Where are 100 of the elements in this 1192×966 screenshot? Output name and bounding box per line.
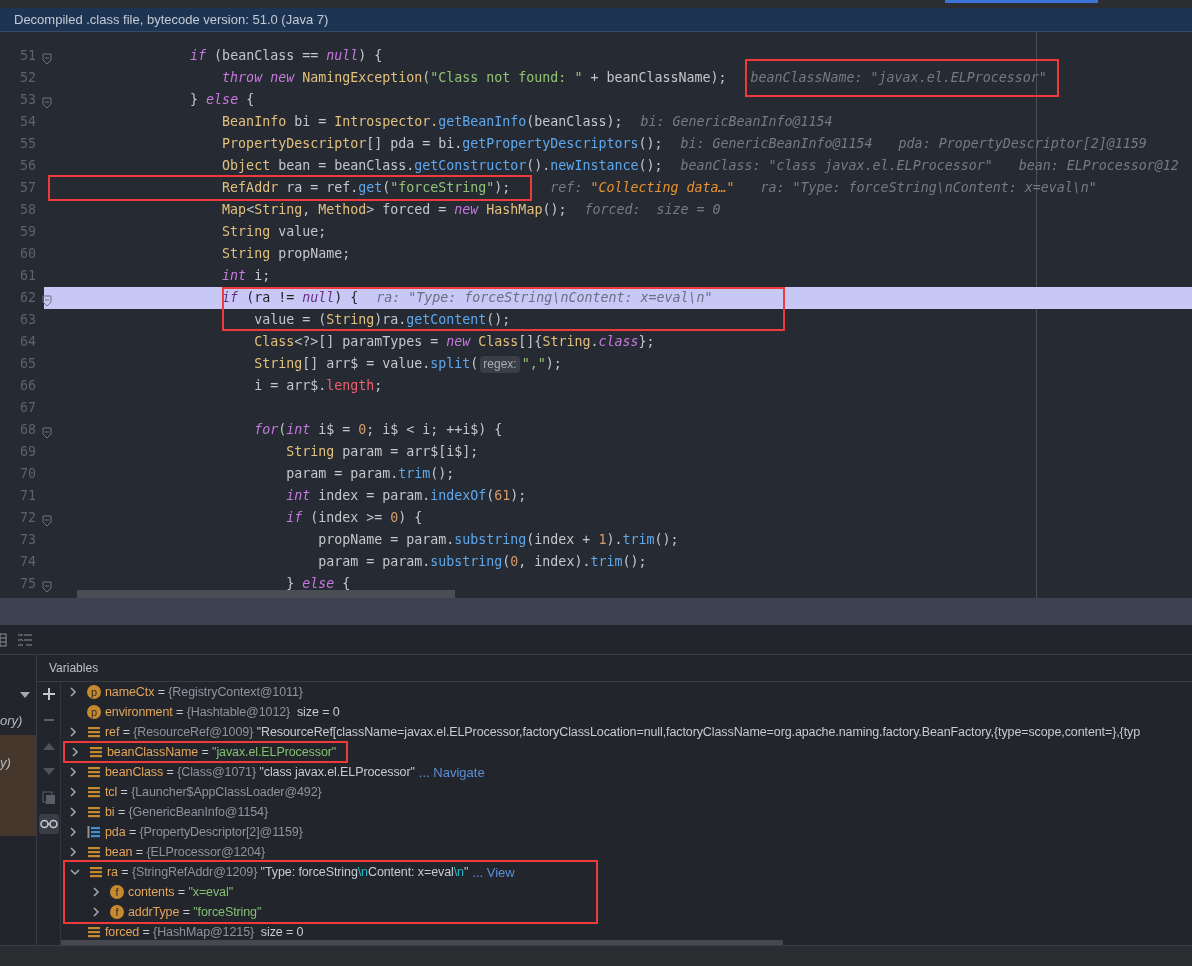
- inline-value-hint: bean: ELProcessor@12: [1018, 157, 1179, 175]
- link[interactable]: ... View: [472, 864, 515, 880]
- inline-value-hint: beanClassName: "javax.el.ELProcessor": [750, 69, 1047, 87]
- chevron-icon[interactable]: [67, 806, 79, 818]
- variable-icon: [87, 805, 101, 819]
- link[interactable]: ... Navigate: [418, 764, 485, 780]
- code-text: param = param.trim();: [285, 465, 455, 483]
- field-icon: f: [110, 885, 124, 899]
- code-text: } else {: [189, 91, 255, 109]
- line-number: 67: [19, 399, 37, 417]
- line-number: 73: [19, 531, 37, 549]
- variable-value: nameCtx = {RegistryContext@1011}: [105, 685, 303, 699]
- variable-value: beanClassName = "javax.el.ELProcessor": [107, 745, 337, 759]
- field-icon: f: [110, 905, 124, 919]
- stack-frame[interactable]: ory): [0, 705, 36, 735]
- glasses-icon[interactable]: [38, 814, 59, 834]
- code-text: int i;: [221, 267, 271, 285]
- variable-value: environment = {Hashtable@1012} size = 0: [105, 705, 340, 719]
- line-number: 75: [19, 575, 37, 593]
- line-number: 68: [19, 421, 37, 439]
- line-number: 54: [19, 113, 37, 131]
- line-number: 60: [19, 245, 37, 263]
- variable-value: forced = {HashMap@1215} size = 0: [105, 925, 304, 939]
- line-number: 53: [19, 91, 37, 109]
- variable-icon: [87, 785, 101, 799]
- variable-icon: [87, 725, 101, 739]
- line-number: 55: [19, 135, 37, 153]
- code-text: String value;: [221, 223, 327, 241]
- code-text: for(int i$ = 0; i$ < i; ++i$) {: [253, 421, 503, 439]
- line-number: 51: [19, 47, 37, 65]
- line-number: 64: [19, 333, 37, 351]
- variable-icon: [89, 865, 103, 879]
- parameter-icon: p: [87, 685, 101, 699]
- list-icon[interactable]: [18, 633, 32, 646]
- code-text: ",");: [521, 355, 562, 373]
- code-text: propName = param.substring(index + 1).trim();: [317, 531, 679, 549]
- code-text: } else {: [285, 575, 351, 593]
- variable-value: bean = {ELProcessor@1204}: [105, 845, 265, 859]
- fold-icon[interactable]: [42, 295, 52, 307]
- line-number: 72: [19, 509, 37, 527]
- variable-icon: [87, 925, 101, 939]
- code-text: String param = arr$[i$];: [285, 443, 479, 461]
- chevron-icon[interactable]: [67, 686, 79, 698]
- variable-value: ra = {StringRefAddr@1209} "Type: forceString\nContent: x=eval\n": [107, 865, 469, 879]
- chevron-icon[interactable]: [69, 746, 81, 758]
- chevron-icon[interactable]: [90, 886, 102, 898]
- code-text: throw new NamingException("Class not found: " + beanClassName);: [221, 69, 727, 87]
- variable-value: tcl = {Launcher$AppClassLoader@492}: [105, 785, 322, 799]
- stack-frame[interactable]: y): [0, 735, 36, 836]
- variable-value: contents = "x=eval": [128, 885, 233, 899]
- parameter-icon: p: [87, 705, 101, 719]
- inline-value-hint: forced: size = 0: [584, 201, 721, 219]
- code-text: BeanInfo bi = Introspector.getBeanInfo(beanClass);: [221, 113, 623, 131]
- code-text: Class<?>[] paramTypes = new Class[]{String.class};: [253, 333, 655, 351]
- variable-value: bi = {GenericBeanInfo@1154}: [105, 805, 268, 819]
- code-text: PropertyDescriptor[] pda = bi.getPropertyDescriptors();: [221, 135, 663, 153]
- code-text: value = (String)ra.getContent();: [253, 311, 511, 329]
- variable-icon: [87, 845, 101, 859]
- chevron-icon[interactable]: [67, 846, 79, 858]
- line-number: 52: [19, 69, 37, 87]
- code-text: int index = param.indexOf(61);: [285, 487, 527, 505]
- variable-value: ref = {ResourceRef@1009} "ResourceRef[className=javax.el.ELProcessor,factoryClassLocation=null,factoryClassName=org.apache.naming.factory.BeanFactory,{type=scope,content=},{typ: [105, 725, 1141, 739]
- inline-value-hint: bi: GenericBeanInfo@1154: [680, 135, 873, 153]
- line-number: 65: [19, 355, 37, 373]
- array-icon: [87, 825, 101, 839]
- scrollbar[interactable]: [77, 590, 455, 598]
- variable-value: beanClass = {Class@1071} "class javax.el.ELProcessor": [105, 765, 415, 779]
- chevron-icon[interactable]: [90, 906, 102, 918]
- line-number: 59: [19, 223, 37, 241]
- parameter-hint: regex:: [480, 355, 520, 373]
- code-text: if (beanClass == null) {: [189, 47, 383, 65]
- inline-value-hint: ref: "Collecting data…": [550, 179, 735, 197]
- caret-icon[interactable]: [20, 692, 30, 698]
- variable-value: pda = {PropertyDescriptor[2]@1159}: [105, 825, 303, 839]
- code-text: String[] arr$ = value.split(: [253, 355, 479, 373]
- line-number: 69: [19, 443, 37, 461]
- scrollbar[interactable]: [61, 940, 783, 945]
- line-number: 62: [19, 289, 37, 307]
- variable-value: addrType = "forceString": [128, 905, 262, 919]
- grid-icon[interactable]: [0, 632, 8, 647]
- line-number: 71: [19, 487, 37, 505]
- inline-value-hint: ra: "Type: forceString\nContent: x=eval\n": [376, 289, 713, 307]
- chevron-icon[interactable]: [67, 826, 79, 838]
- chevron-icon[interactable]: [67, 786, 79, 798]
- line-number: 61: [19, 267, 37, 285]
- inline-value-hint: ra: "Type: forceString\nContent: x=eval\n": [760, 179, 1097, 197]
- variable-icon: [87, 765, 101, 779]
- variable-icon: [89, 745, 103, 759]
- banner-text: Decompiled .class file, bytecode version: 51.0 (Java 7): [14, 12, 329, 27]
- line-number: 70: [19, 465, 37, 483]
- line-number: 66: [19, 377, 37, 395]
- line-number: 63: [19, 311, 37, 329]
- inline-value-hint: beanClass: "class javax.el.ELProcessor": [680, 157, 993, 175]
- code-text: Object bean = beanClass.getConstructor().newInstance();: [221, 157, 663, 175]
- code-text: String propName;: [221, 245, 351, 263]
- line-number: 74: [19, 553, 37, 571]
- panel-title: Variables: [49, 661, 99, 675]
- chevron-icon[interactable]: [69, 866, 81, 878]
- chevron-icon[interactable]: [67, 726, 79, 738]
- chevron-icon[interactable]: [67, 766, 79, 778]
